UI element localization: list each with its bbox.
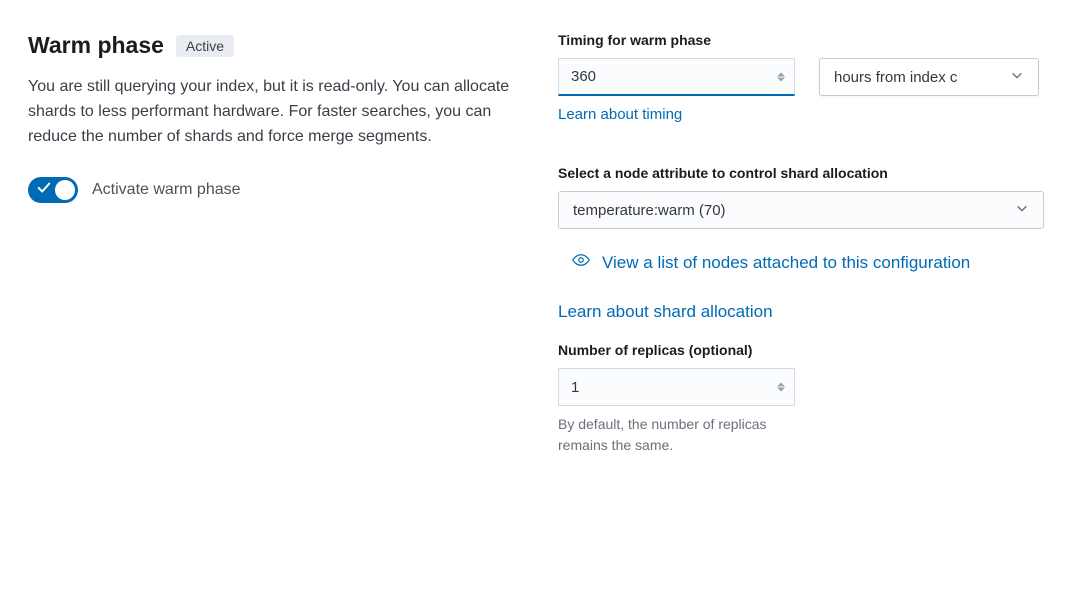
learn-shard-allocation-link[interactable]: Learn about shard allocation <box>558 302 1044 322</box>
status-badge: Active <box>176 35 234 57</box>
timing-label: Timing for warm phase <box>558 32 1044 48</box>
node-attribute-select[interactable]: temperature:warm (70) <box>558 191 1044 229</box>
phase-title: Warm phase <box>28 32 164 59</box>
chevron-down-icon <box>1010 68 1024 86</box>
timing-input[interactable] <box>558 58 795 96</box>
eye-icon <box>572 251 590 274</box>
replicas-input[interactable] <box>558 368 795 406</box>
toggle-label: Activate warm phase <box>92 181 241 199</box>
timing-unit-value: hours from index c <box>834 69 957 86</box>
node-attribute-label: Select a node attribute to control shard… <box>558 165 1044 181</box>
chevron-down-icon <box>1015 201 1029 219</box>
replicas-label: Number of replicas (optional) <box>558 342 1044 358</box>
timing-unit-select[interactable]: hours from index c <box>819 58 1039 96</box>
learn-timing-link[interactable]: Learn about timing <box>558 106 682 123</box>
replicas-help-text: By default, the number of replicas remai… <box>558 414 808 456</box>
phase-description: You are still querying your index, but i… <box>28 75 538 149</box>
check-icon <box>37 181 49 193</box>
view-nodes-link[interactable]: View a list of nodes attached to this co… <box>602 253 970 273</box>
node-attribute-value: temperature:warm (70) <box>573 202 726 219</box>
activate-warm-toggle[interactable] <box>28 177 78 203</box>
